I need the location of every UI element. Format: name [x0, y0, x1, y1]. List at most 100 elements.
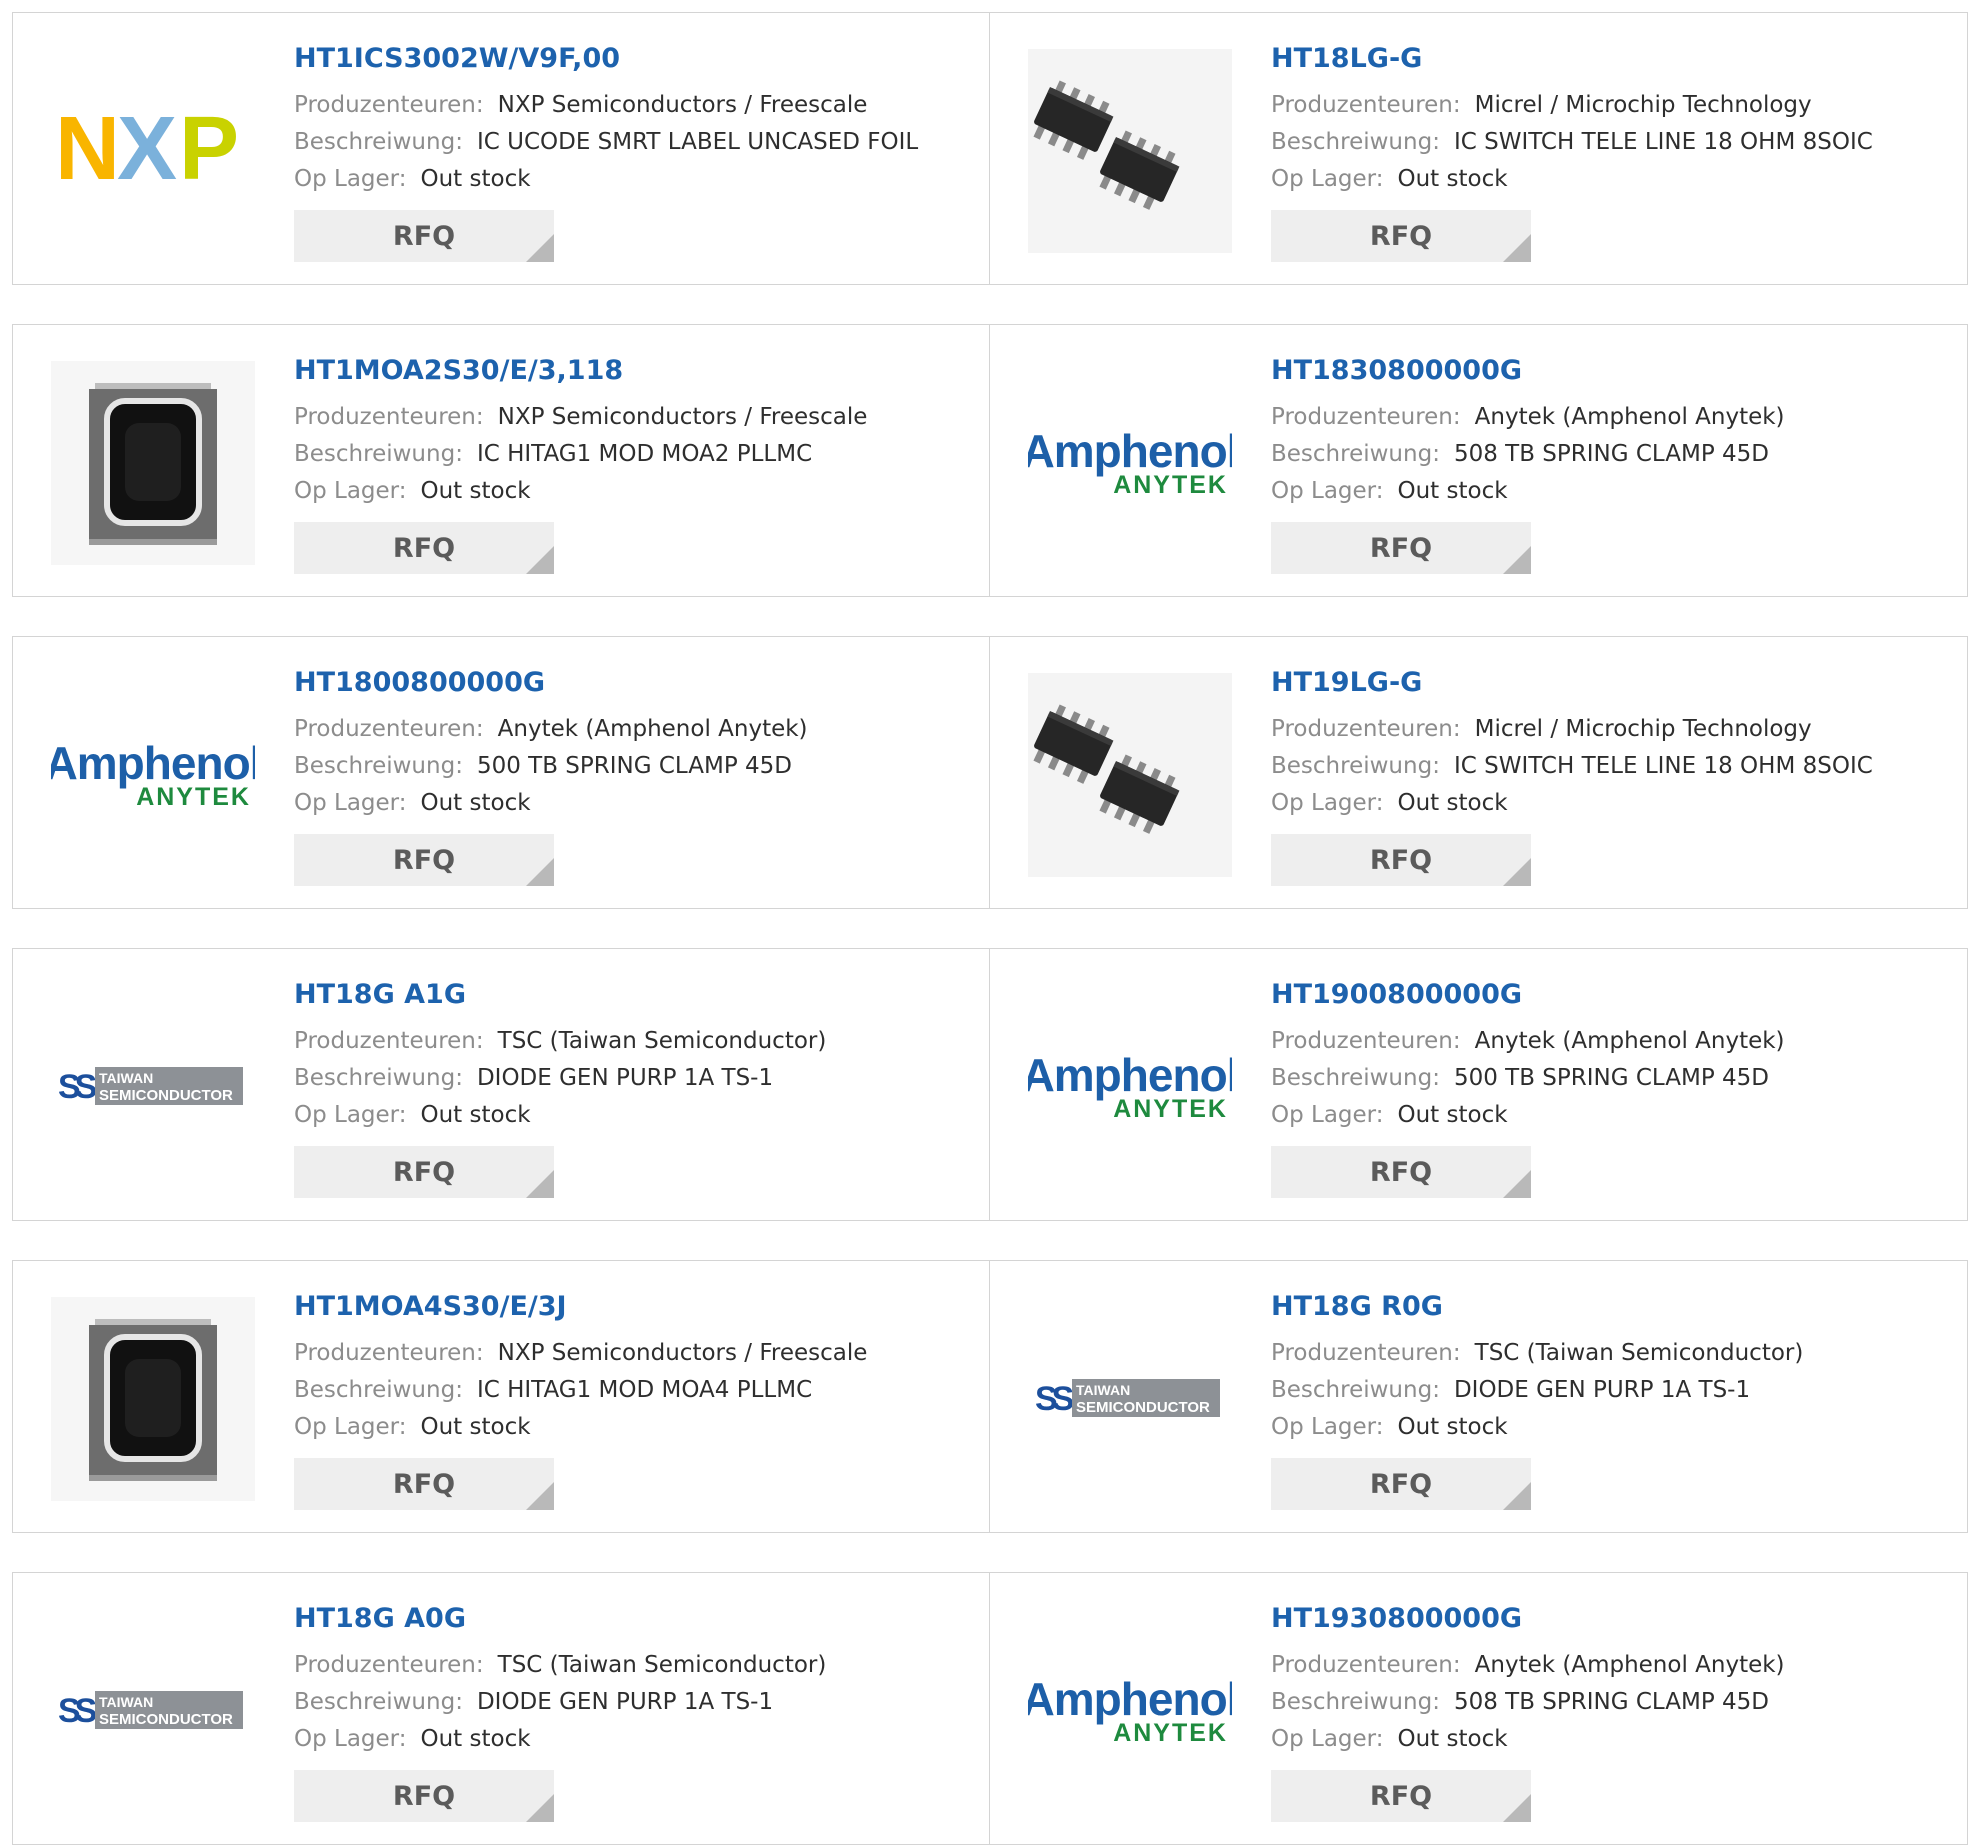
- manufacturer-value: TSC (Taiwan Semiconductor): [497, 1028, 827, 1054]
- description-value: 500 TB SPRING CLAMP 45D: [476, 753, 793, 779]
- rfq-label: RFQ: [392, 1468, 456, 1500]
- rfq-button[interactable]: RFQ: [1271, 210, 1531, 262]
- manufacturer-label: Produzenteuren:: [1271, 1652, 1461, 1678]
- part-number-link[interactable]: HT1MOA4S30/E/3J: [294, 1291, 979, 1323]
- amphenol-wordmark: Amphenol: [1028, 1049, 1232, 1101]
- stock-label: Op Lager:: [1271, 1726, 1384, 1752]
- product-image[interactable]: Amphenol ANYTEK: [51, 673, 255, 877]
- rfq-button[interactable]: RFQ: [294, 834, 554, 886]
- rfq-button[interactable]: RFQ: [1271, 834, 1531, 886]
- rfq-button[interactable]: RFQ: [1271, 1770, 1531, 1822]
- product-card: SS TAIWAN SEMICONDUCTOR HT18G A0G Produz…: [13, 1573, 990, 1844]
- tsc-line1: TAIWAN: [99, 1694, 153, 1710]
- description-label: Beschreiwung:: [294, 1065, 463, 1091]
- stock-label: Op Lager:: [294, 1102, 407, 1128]
- rfq-button[interactable]: RFQ: [1271, 1146, 1531, 1198]
- corner-triangle-icon: [1503, 234, 1531, 262]
- part-number-link[interactable]: HT1ICS3002W/V9F,00: [294, 43, 979, 75]
- manufacturer-line: Produzenteuren: NXP Semiconductors / Free…: [294, 87, 979, 124]
- product-card: Amphenol ANYTEK HT1800800000G Produzente…: [13, 637, 990, 908]
- anytek-wordmark: ANYTEK: [1113, 1719, 1228, 1747]
- part-number-link[interactable]: HT1930800000G: [1271, 1603, 1957, 1635]
- amphenol-wordmark: Amphenol: [51, 737, 255, 789]
- description-line: Beschreiwung: 508 TB SPRING CLAMP 45D: [1271, 436, 1957, 473]
- rfq-button[interactable]: RFQ: [294, 1770, 554, 1822]
- description-line: Beschreiwung: IC SWITCH TELE LINE 18 OHM …: [1271, 748, 1957, 785]
- part-number-link[interactable]: HT18G R0G: [1271, 1291, 1957, 1323]
- manufacturer-line: Produzenteuren: TSC (Taiwan Semiconductor…: [294, 1647, 979, 1684]
- stock-line: Op Lager: Out stock: [294, 1409, 979, 1446]
- manufacturer-line: Produzenteuren: NXP Semiconductors / Free…: [294, 1335, 979, 1372]
- part-number-link[interactable]: HT18G A1G: [294, 979, 979, 1011]
- product-image[interactable]: [51, 1297, 255, 1501]
- description-line: Beschreiwung: IC HITAG1 MOD MOA4 PLLMC: [294, 1372, 979, 1409]
- tsc-line2: SEMICONDUCTOR: [99, 1087, 233, 1104]
- description-label: Beschreiwung:: [294, 129, 463, 155]
- stock-value: Out stock: [1397, 1102, 1508, 1128]
- product-image[interactable]: SS TAIWAN SEMICONDUCTOR: [51, 1609, 255, 1813]
- description-line: Beschreiwung: IC HITAG1 MOD MOA2 PLLMC: [294, 436, 979, 473]
- tsc-line1: TAIWAN: [99, 1070, 153, 1086]
- rfq-button[interactable]: RFQ: [294, 1146, 554, 1198]
- product-card: HT1MOA4S30/E/3J Produzenteuren: NXP Semic…: [13, 1261, 990, 1532]
- manufacturer-value: Anytek (Amphenol Anytek): [497, 716, 808, 742]
- product-image[interactable]: Amphenol ANYTEK: [1028, 1609, 1232, 1813]
- rfq-button[interactable]: RFQ: [294, 210, 554, 262]
- description-label: Beschreiwung:: [1271, 1065, 1440, 1091]
- rfq-button[interactable]: RFQ: [1271, 1458, 1531, 1510]
- product-row: SS TAIWAN SEMICONDUCTOR HT18G A0G Produz…: [12, 1572, 1968, 1845]
- product-image[interactable]: SS TAIWAN SEMICONDUCTOR: [1028, 1297, 1232, 1501]
- stock-label: Op Lager:: [1271, 1414, 1384, 1440]
- product-card: HT18LG-G Produzenteuren: Micrel / Microch…: [990, 13, 1967, 284]
- rfq-button[interactable]: RFQ: [294, 1458, 554, 1510]
- nxp-letter-n: N: [55, 99, 120, 199]
- manufacturer-label: Produzenteuren:: [294, 92, 484, 118]
- description-label: Beschreiwung:: [1271, 129, 1440, 155]
- product-image[interactable]: Amphenol ANYTEK: [1028, 361, 1232, 565]
- tsc-line1: TAIWAN: [1076, 1382, 1130, 1398]
- description-value: DIODE GEN PURP 1A TS-1: [476, 1065, 774, 1091]
- stock-label: Op Lager:: [1271, 1102, 1384, 1128]
- corner-triangle-icon: [526, 1170, 554, 1198]
- product-image[interactable]: SS TAIWAN SEMICONDUCTOR: [51, 985, 255, 1189]
- product-image[interactable]: [51, 361, 255, 565]
- manufacturer-value: Micrel / Microchip Technology: [1474, 716, 1812, 742]
- description-line: Beschreiwung: IC SWITCH TELE LINE 18 OHM …: [1271, 124, 1957, 161]
- stock-line: Op Lager: Out stock: [1271, 785, 1957, 822]
- description-value: DIODE GEN PURP 1A TS-1: [476, 1689, 774, 1715]
- stock-label: Op Lager:: [294, 1726, 407, 1752]
- part-number-link[interactable]: HT1830800000G: [1271, 355, 1957, 387]
- corner-triangle-icon: [526, 1794, 554, 1822]
- rfq-button[interactable]: RFQ: [294, 522, 554, 574]
- product-card: Amphenol ANYTEK HT1900800000G Produzente…: [990, 949, 1967, 1220]
- description-label: Beschreiwung:: [294, 753, 463, 779]
- rfq-label: RFQ: [392, 532, 456, 564]
- manufacturer-line: Produzenteuren: TSC (Taiwan Semiconductor…: [294, 1023, 979, 1060]
- manufacturer-label: Produzenteuren:: [1271, 716, 1461, 742]
- stock-value: Out stock: [1397, 1414, 1508, 1440]
- corner-triangle-icon: [1503, 1482, 1531, 1510]
- manufacturer-value: Anytek (Amphenol Anytek): [1474, 1028, 1785, 1054]
- part-number-link[interactable]: HT18G A0G: [294, 1603, 979, 1635]
- product-image[interactable]: [1028, 49, 1232, 253]
- rfq-button[interactable]: RFQ: [1271, 522, 1531, 574]
- manufacturer-line: Produzenteuren: Micrel / Microchip Techno…: [1271, 87, 1957, 124]
- part-number-link[interactable]: HT19LG-G: [1271, 667, 1957, 699]
- part-number-link[interactable]: HT1MOA2S30/E/3,118: [294, 355, 979, 387]
- part-number-link[interactable]: HT1800800000G: [294, 667, 979, 699]
- product-image[interactable]: [1028, 673, 1232, 877]
- stock-value: Out stock: [1397, 166, 1508, 192]
- amphenol-wordmark: Amphenol: [1028, 1673, 1232, 1725]
- stock-label: Op Lager:: [294, 166, 407, 192]
- anytek-wordmark: ANYTEK: [1113, 1095, 1228, 1123]
- product-card: HT19LG-G Produzenteuren: Micrel / Microch…: [990, 637, 1967, 908]
- corner-triangle-icon: [526, 1482, 554, 1510]
- corner-triangle-icon: [1503, 858, 1531, 886]
- product-image[interactable]: Amphenol ANYTEK: [1028, 985, 1232, 1189]
- part-number-link[interactable]: HT18LG-G: [1271, 43, 1957, 75]
- corner-triangle-icon: [1503, 1794, 1531, 1822]
- description-line: Beschreiwung: DIODE GEN PURP 1A TS-1: [294, 1684, 979, 1721]
- part-number-link[interactable]: HT1900800000G: [1271, 979, 1957, 1011]
- stock-line: Op Lager: Out stock: [294, 1097, 979, 1134]
- product-image[interactable]: N X P: [51, 49, 255, 253]
